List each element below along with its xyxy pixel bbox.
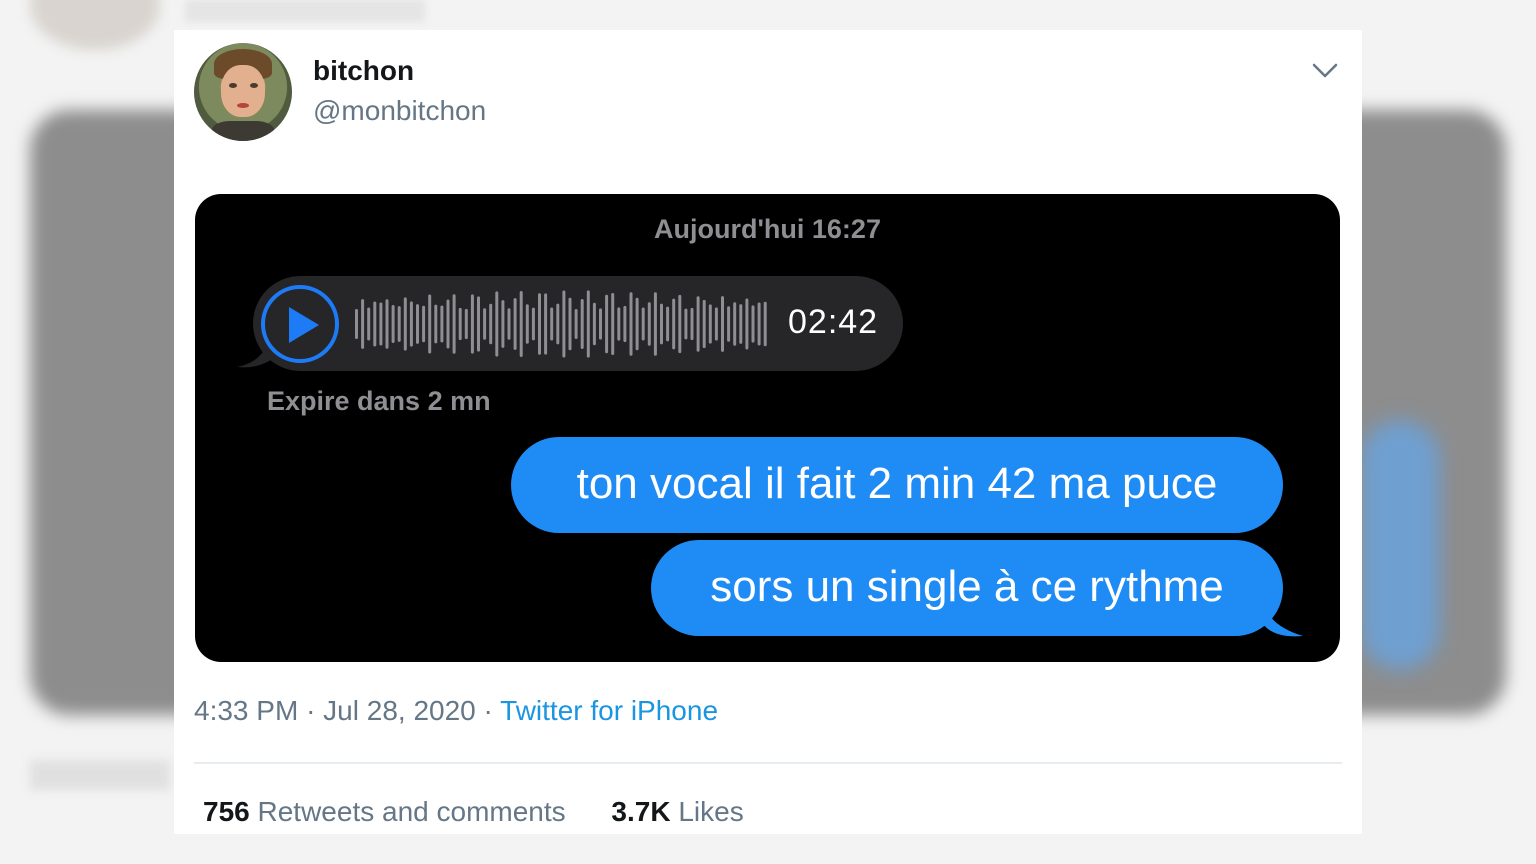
blurred-name [185,0,425,22]
tweet-media-image[interactable]: Aujourd'hui 16:27 02:42 Expire dans 2 mn… [195,194,1340,662]
sent-message: sors un single à ce rythme [651,540,1283,636]
blurred-avatar [30,0,160,50]
play-icon [289,307,319,343]
divider [194,762,1342,764]
bubble-tail [1263,602,1303,637]
retweets-stat[interactable]: 756 Retweets and comments [203,796,566,828]
chevron-down-icon[interactable] [1310,56,1340,86]
tweet-stats: 756 Retweets and comments 3.7K Likes [203,796,744,828]
likes-stat[interactable]: 3.7K Likes [611,796,743,828]
blurred-meta [30,760,170,790]
tweet-date[interactable]: Jul 28, 2020 [323,695,476,726]
tweet-card: bitchon @monbitchon Aujourd'hui 16:27 02… [174,30,1362,834]
avatar[interactable] [194,43,292,141]
blurred-bubble [1360,420,1440,670]
separator: · [306,695,316,726]
play-button[interactable] [261,285,339,363]
waveform-icon[interactable] [353,288,773,360]
likes-label: Likes [678,796,744,827]
likes-count: 3.7K [611,796,671,827]
expire-label: Expire dans 2 mn [267,386,491,416]
separator: · [483,695,493,726]
display-name[interactable]: bitchon [313,55,414,87]
retweets-label: Retweets and comments [257,796,566,827]
retweets-count: 756 [203,796,250,827]
audio-duration: 02:42 [788,303,879,341]
tweet-source-link[interactable]: Twitter for iPhone [500,695,718,726]
sent-message: ton vocal il fait 2 min 42 ma puce [511,437,1283,533]
message-date-header: Aujourd'hui 16:27 [654,214,881,244]
audio-message-bubble: 02:42 [253,276,903,371]
user-handle[interactable]: @monbitchon [313,95,486,127]
tweet-time[interactable]: 4:33 PM [194,695,298,726]
tweet-timestamp: 4:33 PM · Jul 28, 2020 · Twitter for iPh… [194,695,718,727]
